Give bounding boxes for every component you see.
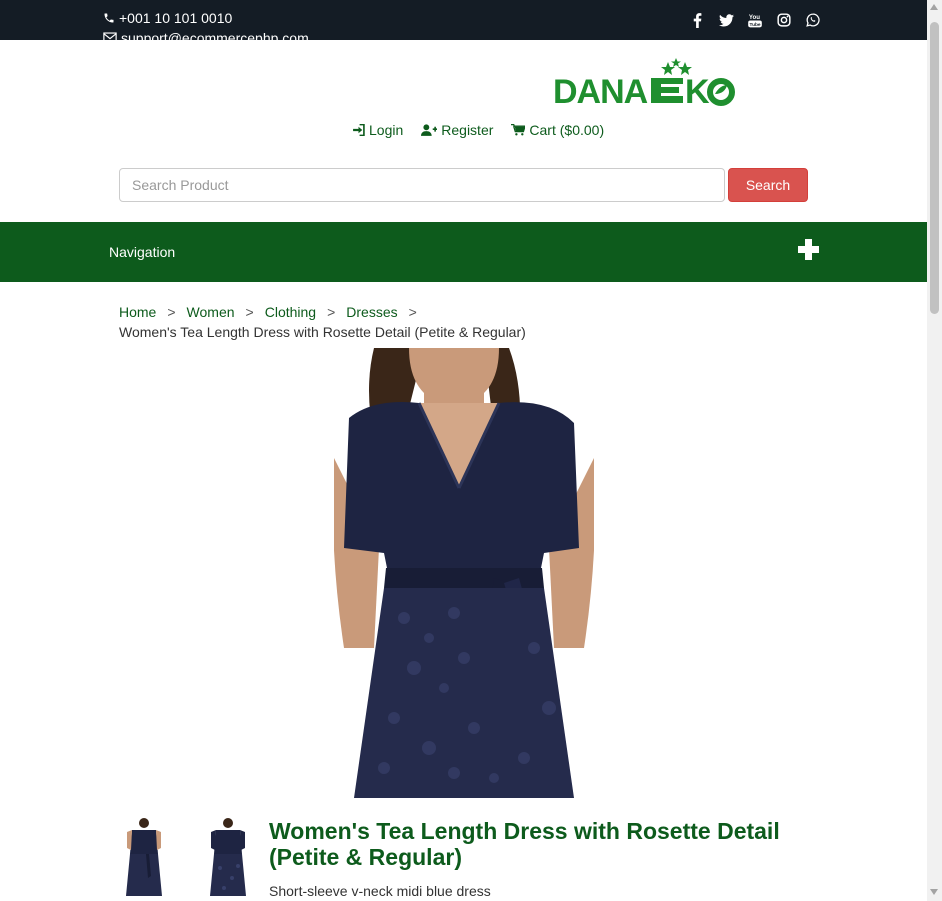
navigation-bar: Navigation — [0, 222, 927, 282]
top-bar: +001 10 101 0010 support@ecommercephp.co… — [0, 0, 927, 40]
sign-in-icon — [353, 124, 365, 136]
product-thumbnail[interactable] — [124, 818, 164, 898]
email-address[interactable]: support@ecommercephp.com — [121, 30, 309, 40]
login-link[interactable]: Login — [352, 122, 403, 138]
twitter-icon[interactable] — [718, 12, 734, 28]
cart-label: Cart ($0.00) — [529, 122, 605, 138]
breadcrumb-separator: > — [167, 304, 176, 320]
social-links: You Tube — [689, 12, 821, 28]
phone-contact: +001 10 101 0010 — [103, 10, 232, 26]
svg-text:Tube: Tube — [750, 21, 761, 27]
breadcrumb-separator: > — [408, 304, 417, 320]
cart-icon — [511, 124, 526, 136]
product-title: Women's Tea Length Dress with Rosette De… — [269, 818, 780, 870]
product-subtitle: Short-sleeve v-neck midi blue dress — [269, 883, 491, 899]
breadcrumb: Home > Women > Clothing > Dresses > Women's Tea… — [119, 302, 819, 342]
product-main-image[interactable] — [334, 348, 594, 798]
breadcrumb-separator: > — [245, 304, 254, 320]
envelope-icon — [103, 32, 117, 40]
login-label: Login — [369, 122, 404, 138]
scroll-down-icon[interactable] — [930, 889, 938, 895]
phone-icon — [104, 13, 114, 23]
plus-icon[interactable] — [798, 239, 819, 260]
product-thumbnail[interactable] — [208, 818, 248, 898]
svg-text:DANA: DANA — [553, 73, 648, 108]
navigation-label: Navigation — [109, 244, 176, 260]
page-scrollbar[interactable] — [927, 0, 942, 901]
cart-link[interactable]: Cart ($0.00) — [511, 122, 604, 138]
breadcrumb-women[interactable]: Women — [187, 304, 235, 320]
svg-text:You: You — [749, 14, 760, 21]
instagram-icon[interactable] — [776, 12, 792, 28]
breadcrumb-separator: > — [327, 304, 336, 320]
search-button[interactable]: Search — [728, 168, 808, 202]
breadcrumb-home[interactable]: Home — [119, 304, 156, 320]
email-contact: support@ecommercephp.com — [103, 30, 309, 40]
breadcrumb-current: Women's Tea Length Dress with Rosette De… — [119, 324, 526, 340]
search-input[interactable] — [119, 168, 725, 202]
svg-text:K: K — [685, 73, 710, 108]
youtube-icon[interactable]: You Tube — [747, 12, 763, 28]
register-link[interactable]: Register — [421, 122, 493, 138]
whatsapp-icon[interactable] — [805, 12, 821, 28]
breadcrumb-dresses[interactable]: Dresses — [346, 304, 397, 320]
phone-number: +001 10 101 0010 — [119, 10, 233, 26]
scrollbar-thumb[interactable] — [930, 22, 939, 314]
brand-logo[interactable]: DANA K — [553, 56, 735, 111]
facebook-icon[interactable] — [689, 12, 705, 28]
register-label: Register — [441, 122, 494, 138]
user-plus-icon — [421, 124, 438, 136]
breadcrumb-clothing[interactable]: Clothing — [265, 304, 316, 320]
scroll-up-icon[interactable] — [930, 4, 938, 10]
account-links: Login Register Cart ($0.00) — [352, 122, 604, 138]
